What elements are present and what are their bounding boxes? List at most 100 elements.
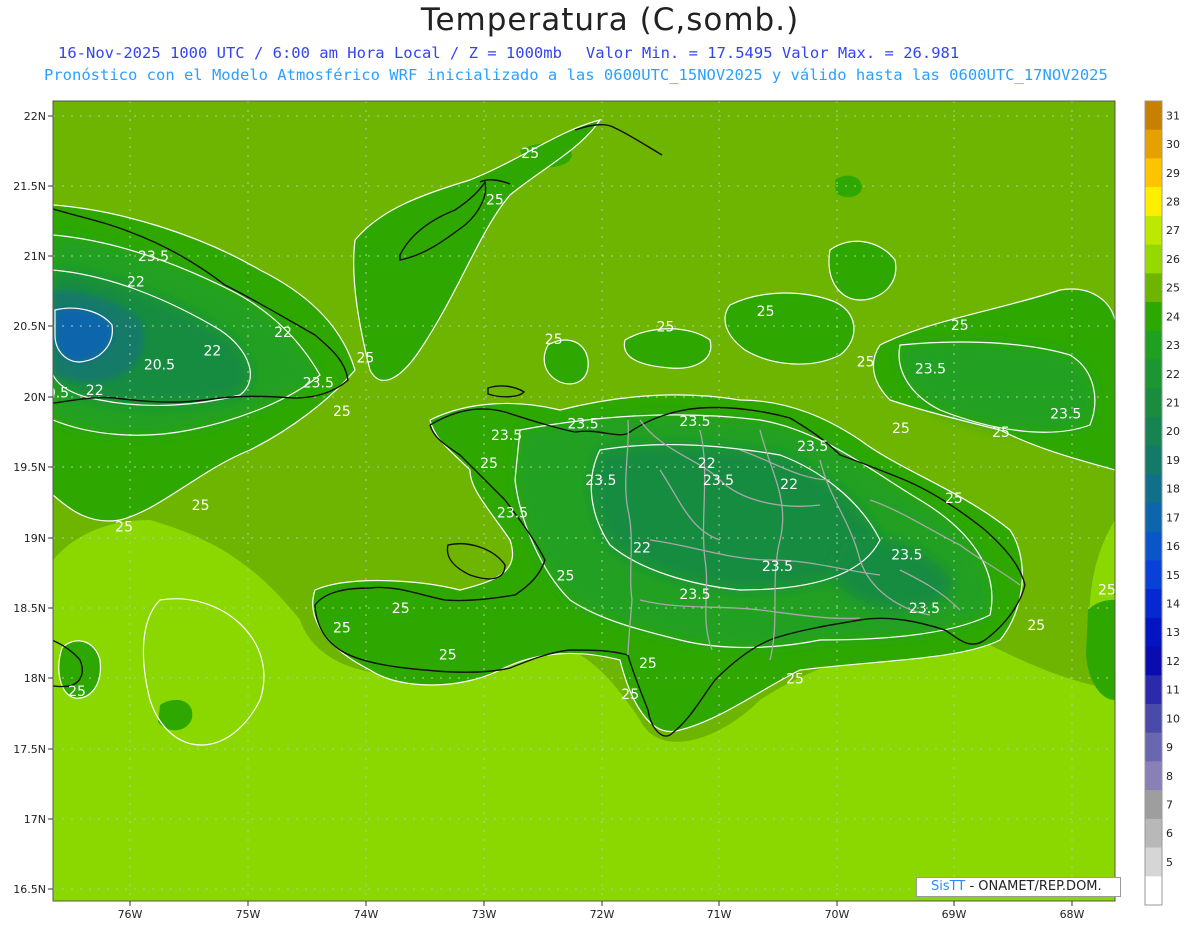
contour-value-label: 25 — [892, 421, 910, 437]
contour-value-label: 23.5 — [497, 505, 528, 521]
legend-swatch — [1145, 704, 1162, 734]
lat-label: 16.5N — [13, 883, 46, 896]
legend-label: 5 — [1166, 856, 1173, 869]
legend-label: 25 — [1166, 282, 1180, 295]
contour-value-label: 23.5 — [909, 601, 940, 617]
legend-swatch — [1145, 503, 1162, 533]
legend-swatch — [1145, 244, 1162, 274]
contour-value-label: 23.5 — [138, 249, 169, 265]
contour-value-label: 25 — [545, 332, 563, 348]
lon-label: 69W — [942, 908, 967, 921]
temperature-map: 23.522222220.520.5 22 23.52525252525252525… — [13, 100, 1180, 921]
contour-value-label: 25 — [115, 519, 133, 535]
legend-label: 10 — [1166, 712, 1180, 725]
legend-label: 23 — [1166, 339, 1180, 352]
contour-value-label: 22 — [780, 477, 798, 493]
legend-label: 22 — [1166, 368, 1180, 381]
map-plot-area: 23.522222220.520.5 22 23.52525252525252525… — [53, 101, 1116, 901]
lon-label: 75W — [236, 908, 261, 921]
legend-swatch — [1145, 732, 1162, 762]
contour-value-label: 25 — [757, 304, 775, 320]
legend-label: 29 — [1166, 167, 1180, 180]
legend-swatch — [1145, 675, 1162, 705]
legend-label: 11 — [1166, 684, 1180, 697]
longitude-labels: 76W 75W 74W 73W 72W 71W 70W 69W 68W — [118, 908, 1085, 921]
contour-value-label: 22 — [274, 325, 292, 341]
legend-label: 16 — [1166, 540, 1180, 553]
lon-label: 76W — [118, 908, 143, 921]
legend-swatch — [1145, 302, 1162, 332]
credit-box: SisTT - ONAMET/REP.DOM. — [916, 877, 1121, 897]
contour-value-label: 25 — [356, 350, 374, 366]
legend-label: 20 — [1166, 425, 1180, 438]
legend-label: 14 — [1166, 598, 1180, 611]
contour-value-label: 25 — [786, 671, 804, 687]
legend-swatch — [1145, 560, 1162, 590]
legend-swatch — [1145, 818, 1162, 848]
legend-swatch — [1145, 330, 1162, 360]
contour-value-label: 20.5 — [144, 357, 175, 373]
lat-label: 20N — [24, 391, 46, 404]
lat-label: 17.5N — [13, 743, 46, 756]
legend-label: 15 — [1166, 569, 1180, 582]
contour-value-label: 25 — [192, 498, 210, 514]
contour-value-label: 25 — [1098, 583, 1116, 599]
contour-value-label: 22 — [698, 456, 716, 472]
contour-value-label: 22 — [127, 274, 145, 290]
contour-value-label: 23.5 — [568, 417, 599, 433]
contour-value-label: 23.5 — [679, 414, 710, 430]
contour-value-label: 22 — [203, 343, 221, 359]
contour-value-label: 25 — [486, 193, 504, 209]
legend-label: 31 — [1166, 109, 1180, 122]
legend-swatch — [1145, 876, 1162, 906]
legend-swatch — [1145, 158, 1162, 188]
legend-label: 27 — [1166, 224, 1180, 237]
contour-value-label: 22 — [86, 383, 104, 399]
contour-value-label: 23.5 — [703, 473, 734, 489]
contour-value-label: 23.5 — [491, 428, 522, 444]
contour-value-label: 23.5 — [762, 559, 793, 575]
legend-swatch — [1145, 445, 1162, 475]
lat-label: 20.5N — [13, 320, 46, 333]
lon-label: 74W — [354, 908, 379, 921]
contour-value-label: 23.5 — [679, 587, 710, 603]
legend-label: 26 — [1166, 253, 1180, 266]
contour-value-label: 25 — [439, 648, 457, 664]
contour-value-label: 23.5 — [915, 362, 946, 378]
legend-label: 21 — [1166, 397, 1180, 410]
legend-swatch — [1145, 273, 1162, 303]
contour-value-label: 25 — [1027, 618, 1045, 634]
color-legend: 31 30 29 28 27 26 25 24 23 22 21 20 19 18 17 16 15 14 13 12… — [1144, 100, 1180, 906]
legend-swatch — [1145, 129, 1162, 159]
legend-swatch — [1145, 761, 1162, 791]
contour-value-label: 25 — [480, 456, 498, 472]
legend-swatch — [1145, 187, 1162, 217]
legend-label: 17 — [1166, 511, 1180, 524]
contour-value-label: 25 — [945, 491, 963, 507]
legend-swatch — [1145, 646, 1162, 676]
legend-swatch — [1145, 847, 1162, 877]
sistt-logo: SisTT — [931, 879, 966, 894]
lat-label: 21.5N — [13, 180, 46, 193]
legend-swatch — [1145, 416, 1162, 446]
legend-swatch — [1145, 359, 1162, 389]
legend-label: 19 — [1166, 454, 1180, 467]
contour-value-label: 25 — [68, 684, 86, 700]
lon-label: 68W — [1060, 908, 1085, 921]
legend-label: 9 — [1166, 741, 1173, 754]
lat-label: 18N — [24, 672, 46, 685]
lat-label: 19.5N — [13, 461, 46, 474]
legend-swatch — [1145, 388, 1162, 418]
contour-value-label: 25 — [557, 569, 575, 585]
lat-label: 21N — [24, 250, 46, 263]
contour-value-label: 25 — [621, 687, 639, 703]
contour-value-label: 25 — [657, 319, 675, 335]
contour-value-label: 23.5 — [303, 376, 334, 392]
contour-value-label: 25 — [992, 425, 1010, 441]
lon-label: 72W — [590, 908, 615, 921]
legend-swatch — [1145, 215, 1162, 245]
contour-value-label: 23.5 — [891, 548, 922, 564]
legend-swatch — [1145, 617, 1162, 647]
lat-label: 18.5N — [13, 602, 46, 615]
credit-org: - ONAMET/REP.DOM. — [969, 879, 1102, 894]
